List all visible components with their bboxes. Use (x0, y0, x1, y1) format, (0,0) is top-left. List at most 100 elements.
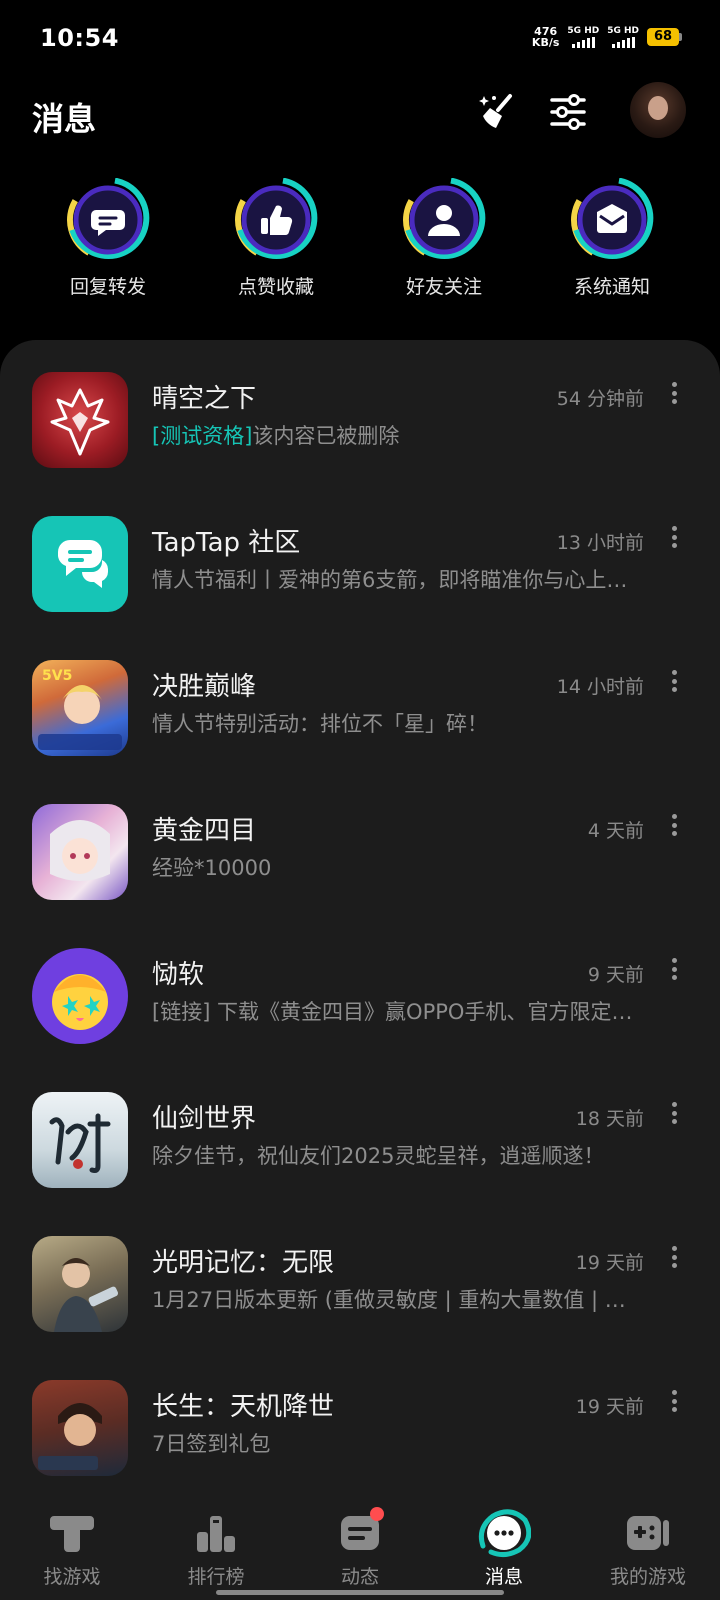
category-label: 好友关注 (405, 276, 482, 298)
message-title: TapTap 社区 (152, 528, 301, 558)
message-time: 19 天前 (575, 1252, 644, 1274)
message-time: 9 天前 (587, 964, 644, 986)
message-time: 4 天前 (587, 820, 644, 842)
message-preview-text: 经验*10000 (152, 856, 272, 880)
game-icon (32, 372, 128, 468)
sim1-label: 5G HD (567, 26, 600, 36)
publisher-avatar (32, 948, 128, 1044)
message-title: 晴空之下 (152, 384, 257, 414)
broom-sparkle-icon (479, 94, 512, 128)
page-title: 消息 (32, 100, 97, 138)
list-item[interactable]: 黄金四目 4 天前 经验*10000 (0, 772, 720, 916)
list-item[interactable]: 5V5 决胜巅峰 14 小时前 情人节特别活动：排位不「星」碎！ (0, 628, 720, 772)
nav-label: 消息 (484, 1566, 523, 1588)
message-preview-text: [链接] 下载《黄金四目》赢OPPO手机、官方限定… (152, 1000, 633, 1024)
clean-button[interactable] (474, 88, 522, 136)
more-icon[interactable] (668, 814, 680, 836)
message-title: 光明记忆：无限 (152, 1248, 335, 1278)
list-item[interactable]: 恸软 9 天前 [链接] 下载《黄金四目》赢OPPO手机、官方限定… (0, 916, 720, 1060)
message-preview-text: 7日签到礼包 (152, 1432, 271, 1456)
nav-label: 找游戏 (43, 1566, 101, 1588)
message-time: 54 分钟前 (556, 388, 644, 410)
message-preview-text: 情人节特别活动：排位不「星」碎！ (152, 712, 488, 736)
game-icon (32, 1380, 128, 1476)
message-title: 恸软 (152, 960, 205, 990)
list-item[interactable]: 光明记忆：无限 19 天前 1月27日版本更新 (重做灵敏度 | 重构大量数值 … (0, 1204, 720, 1348)
list-item[interactable]: 长生：天机降世 19 天前 7日签到礼包 (0, 1348, 720, 1490)
game-icon (32, 804, 128, 900)
category-label: 点赞收藏 (237, 276, 314, 298)
category-replies[interactable]: 回复转发 (48, 177, 168, 299)
list-item[interactable]: TapTap 社区 13 小时前 情人节福利丨爱神的第6支箭，即将瞄准你与心上… (0, 484, 720, 628)
category-friends[interactable]: 好友关注 (384, 177, 504, 299)
message-preview: 1月27日版本更新 (重做灵敏度 | 重构大量数值 | … (152, 1284, 692, 1314)
game-icon (32, 1092, 128, 1188)
message-time: 14 小时前 (556, 676, 644, 698)
avatar[interactable] (630, 82, 686, 138)
more-icon[interactable] (668, 382, 680, 404)
envelope-icon (571, 177, 654, 261)
game-icon: 5V5 (32, 660, 128, 756)
battery-level: 68 (647, 28, 679, 46)
message-title: 仙剑世界 (152, 1104, 257, 1134)
sim2-label: 5G HD (607, 26, 639, 36)
message-icon (478, 1509, 532, 1558)
list-item[interactable]: 仙剑世界 18 天前 除夕佳节，祝仙友们2025灵蛇呈祥，逍遥顺遂！ (0, 1060, 720, 1204)
taptap-community-icon (32, 516, 128, 612)
nav-label: 排行榜 (187, 1566, 245, 1588)
message-preview: 除夕佳节，祝仙友们2025灵蛇呈祥，逍遥顺遂！ (152, 1140, 692, 1170)
thumbs-up-icon (235, 177, 318, 261)
message-preview: 7日签到礼包 (152, 1428, 692, 1458)
gamepad-icon (627, 1516, 669, 1550)
battery-icon: 68 (647, 28, 682, 46)
list-item[interactable]: 晴空之下 54 分钟前 [测试资格]该内容已被删除 (0, 340, 720, 484)
more-icon[interactable] (668, 958, 680, 980)
taptap-t-icon (50, 1516, 94, 1552)
message-title: 决胜巅峰 (152, 672, 257, 702)
status-time: 10:54 (40, 24, 119, 52)
network-speed-unit: KB/s (531, 36, 560, 49)
message-preview-text: 该内容已被删除 (252, 424, 400, 448)
nav-feed[interactable]: 动态 (288, 1490, 432, 1600)
settings-button[interactable] (544, 88, 592, 136)
notification-dot (370, 1507, 384, 1521)
message-time: 19 天前 (575, 1396, 644, 1418)
message-preview: 经验*10000 (152, 852, 692, 882)
game-icon (32, 1236, 128, 1332)
network-speed: 476 KB/s (532, 26, 559, 48)
more-icon[interactable] (668, 1390, 680, 1412)
nav-messages[interactable]: 消息 (432, 1490, 576, 1600)
header: 消息 (0, 80, 720, 190)
category-label: 系统通知 (573, 276, 650, 298)
ranking-icon (197, 1516, 235, 1552)
message-time: 13 小时前 (556, 532, 644, 554)
message-time: 18 天前 (575, 1108, 644, 1130)
status-bar: 10:54 476 KB/s 5G HD 5G HD 68 (0, 0, 720, 80)
more-icon[interactable] (668, 1102, 680, 1124)
message-preview-text: 1月27日版本更新 (重做灵敏度 | 重构大量数值 | … (152, 1288, 626, 1312)
message-preview-text: 情人节福利丨爱神的第6支箭，即将瞄准你与心上… (152, 568, 628, 592)
message-tag: [测试资格] (152, 424, 253, 448)
message-title: 长生：天机降世 (152, 1392, 335, 1422)
more-icon[interactable] (668, 670, 680, 692)
category-likes[interactable]: 点赞收藏 (216, 177, 336, 299)
nav-ranking[interactable]: 排行榜 (144, 1490, 288, 1600)
category-shortcuts: 回复转发 点赞收藏 好友关注 系统通知 (0, 177, 720, 308)
nav-find-games[interactable]: 找游戏 (0, 1490, 144, 1600)
message-list: 晴空之下 54 分钟前 [测试资格]该内容已被删除 TapTap 社区 13 小… (0, 340, 720, 1490)
message-preview: 情人节特别活动：排位不「星」碎！ (152, 708, 692, 738)
home-indicator[interactable] (216, 1590, 504, 1595)
message-preview: 情人节福利丨爱神的第6支箭，即将瞄准你与心上… (152, 564, 692, 594)
category-system[interactable]: 系统通知 (552, 177, 672, 299)
bottom-nav: 找游戏 排行榜 动态 消息 我的游戏 (0, 1490, 720, 1600)
sim1-signal-icon: 5G HD (567, 26, 599, 48)
feed-icon (341, 1507, 384, 1550)
sim2-signal-icon: 5G HD (607, 26, 639, 48)
more-icon[interactable] (668, 526, 680, 548)
nav-label: 我的游戏 (609, 1566, 686, 1588)
svg-text:5V5: 5V5 (42, 668, 72, 684)
more-icon[interactable] (668, 1246, 680, 1268)
person-icon (403, 177, 486, 261)
sliders-icon (550, 94, 586, 130)
nav-my-games[interactable]: 我的游戏 (576, 1490, 720, 1600)
